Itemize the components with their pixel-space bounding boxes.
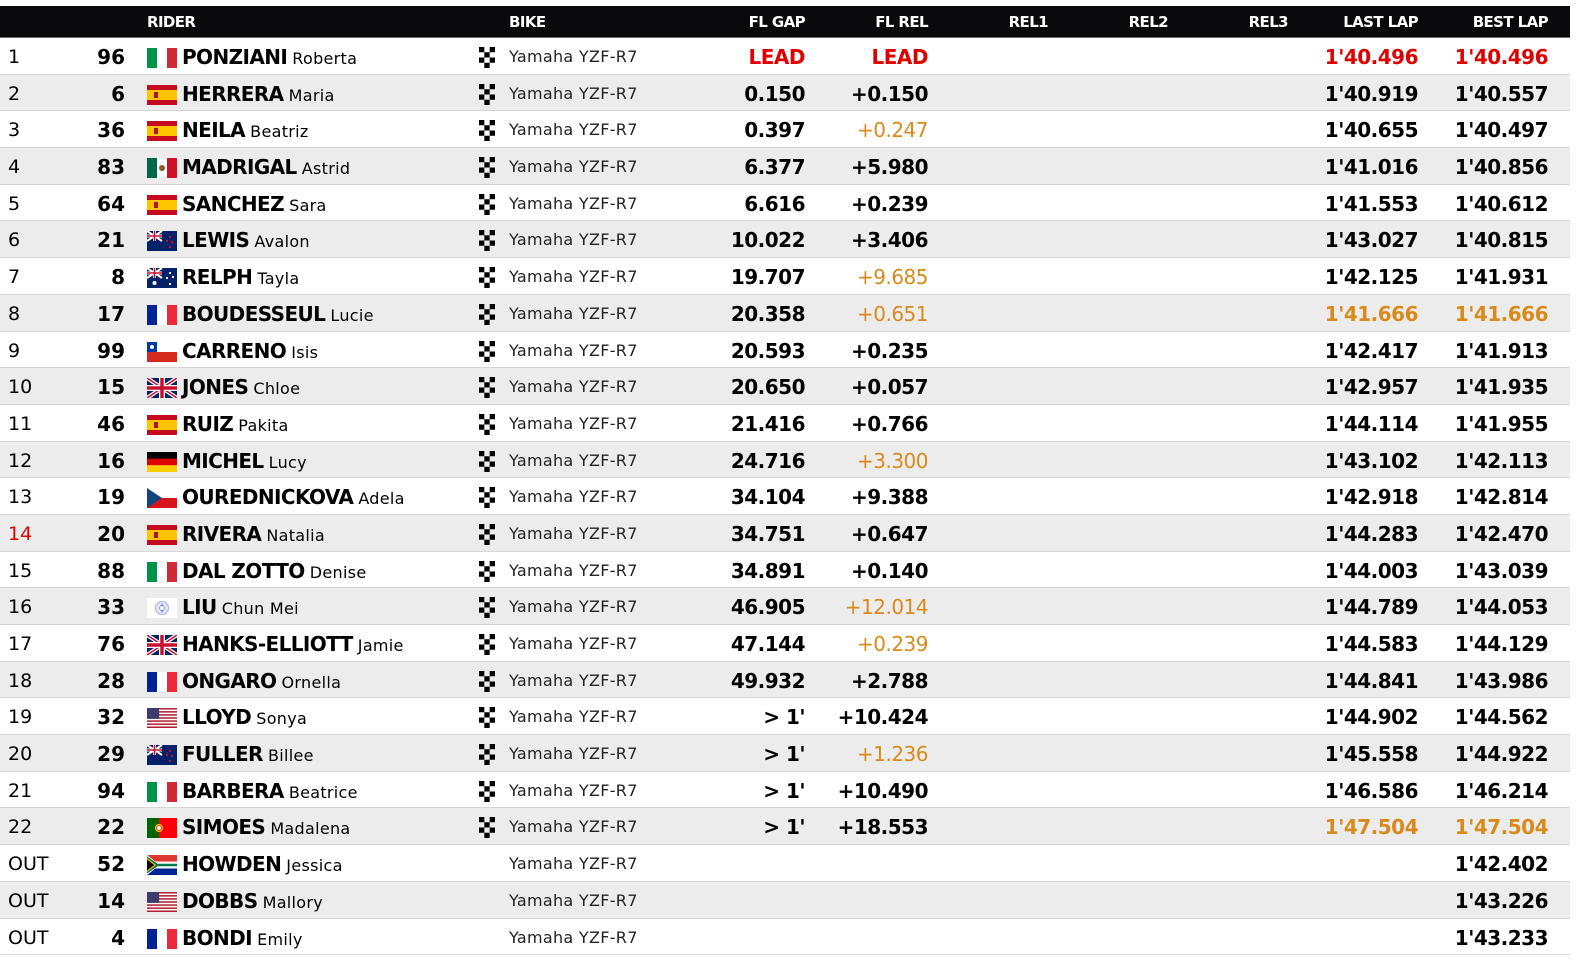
table-row[interactable]: 17 76 HANKS-ELLIOTT Jamie Yamaha YZF-R7 47.1…: [0, 625, 1570, 662]
best-lap: 1'43.986: [1454, 668, 1549, 693]
table-row[interactable]: 8 17 BOUDESSEUL Lucie Yamaha YZF-R7 20.358 +0…: [0, 294, 1570, 332]
table-body: 1 96 PONZIANI Roberta Yamaha YZF-R7 LEAD LEAD…: [0, 38, 1570, 956]
header-rel2[interactable]: REL2: [1129, 13, 1169, 31]
header-bike[interactable]: BIKE: [509, 13, 546, 31]
best-lap: 1'40.815: [1454, 228, 1549, 253]
header-fl-gap[interactable]: FL GAP: [749, 13, 806, 31]
best-lap: 1'44.922: [1454, 742, 1549, 767]
table-row[interactable]: 16 33 LIU Chun Mei Yamaha YZF-R7 46.905 +12.0…: [0, 588, 1570, 625]
best-lap: 1'41.955: [1454, 411, 1549, 436]
table-row[interactable]: 4 83 MADRIGAL Astrid Yamaha YZF-R7 6.377 +5.9…: [0, 148, 1570, 185]
best-lap: 1'42.113: [1454, 448, 1549, 473]
table-row[interactable]: OUT 52 HOWDEN Jessica Yamaha YZF-R7 1'42.402: [0, 845, 1570, 882]
best-lap: 1'43.233: [1454, 925, 1549, 950]
best-lap: 1'44.562: [1454, 705, 1549, 730]
table-row[interactable]: 7 8 RELPH Tayla Yamaha YZF-R7 19.707 +9.685 1'…: [0, 258, 1570, 295]
table-row[interactable]: 10 15 JONES Chloe Yamaha YZF-R7 20.650 +0.057…: [0, 368, 1570, 405]
best-lap: 1'41.931: [1454, 265, 1549, 290]
table-row[interactable]: 13 19 OUREDNICKOVA Adela Yamaha YZF-R7 34.10…: [0, 478, 1570, 515]
table-row[interactable]: 15 88 DAL ZOTTO Denise Yamaha YZF-R7 34.891 +…: [0, 551, 1570, 589]
best-lap: 1'42.470: [1454, 521, 1549, 546]
best-lap: 1'46.214: [1454, 778, 1549, 803]
best-lap: 1'40.496: [1454, 45, 1549, 69]
table-row[interactable]: 1 96 PONZIANI Roberta Yamaha YZF-R7 LEAD LEAD…: [0, 38, 1570, 75]
header-rel3[interactable]: REL3: [1249, 13, 1289, 31]
header-rel1[interactable]: REL1: [1009, 13, 1049, 31]
table-row[interactable]: 5 64 SANCHEZ Sara Yamaha YZF-R7 6.616 +0.239 1…: [0, 184, 1570, 222]
table-header: RIDER BIKE FL GAP FL REL REL1 REL2 REL3 …: [0, 6, 1570, 38]
table-row[interactable]: 19 32 LLOYD Sonya Yamaha YZF-R7 > 1' +10.424 1…: [0, 698, 1570, 736]
best-lap: 1'43.226: [1454, 888, 1549, 913]
best-lap: 1'42.402: [1454, 852, 1549, 877]
best-lap: 1'47.504: [1454, 815, 1549, 840]
table-row[interactable]: 21 94 BARBERA Beatrice Yamaha YZF-R7 > 1' +10…: [0, 771, 1570, 809]
table-row[interactable]: 11 46 RUIZ Pakita Yamaha YZF-R7 21.416 +0.766…: [0, 404, 1570, 442]
header-fl-rel[interactable]: FL REL: [875, 13, 928, 31]
best-lap: 1'40.557: [1454, 81, 1549, 106]
table-row[interactable]: 3 36 NEILA Beatriz Yamaha YZF-R7 0.397 +0.247…: [0, 111, 1570, 149]
best-lap: 1'44.129: [1454, 632, 1549, 656]
table-row[interactable]: 2 6 HERRERA Maria Yamaha YZF-R7 0.150 +0.150 1…: [0, 74, 1570, 112]
best-lap: 1'41.935: [1454, 375, 1549, 400]
table-row[interactable]: 20 29 FULLER Billee Yamaha YZF-R7 > 1' +1.236…: [0, 735, 1570, 772]
header-last-lap[interactable]: LAST LAP: [1343, 13, 1418, 31]
table-row[interactable]: 12 16 MICHEL Lucy Yamaha YZF-R7 24.716 +3.300…: [0, 441, 1570, 479]
best-lap: 1'44.053: [1454, 595, 1549, 620]
best-lap: 1'40.856: [1454, 155, 1549, 180]
header-rider[interactable]: RIDER: [147, 13, 196, 31]
table-row[interactable]: 22 22 SIMOES Madalena Yamaha YZF-R7 > 1' +18.…: [0, 808, 1570, 846]
best-lap: 1'43.039: [1454, 558, 1549, 583]
table-row[interactable]: 9 99 CARRENO Isis Yamaha YZF-R7 20.593 +0.235…: [0, 331, 1570, 369]
best-lap: 1'42.814: [1454, 485, 1549, 510]
table-row[interactable]: OUT 14 DOBBS Mallory Yamaha YZF-R7 1'43.226: [0, 881, 1570, 919]
table-row[interactable]: 14 20 RIVERA Natalia Yamaha YZF-R7 34.751 +0.…: [0, 514, 1570, 552]
table-row[interactable]: 6 21 LEWIS Avalon Yamaha YZF-R7 10.022 +3.406…: [0, 221, 1570, 259]
best-lap: 1'40.612: [1454, 191, 1549, 216]
table-row[interactable]: 18 28 ONGARO Ornella Yamaha YZF-R7 49.932 +2.…: [0, 661, 1570, 699]
best-lap: 1'41.913: [1454, 338, 1549, 363]
best-lap: 1'40.497: [1454, 118, 1549, 143]
best-lap: 1'41.666: [1454, 301, 1549, 326]
table-row[interactable]: OUT 4 BONDI Emily Yamaha YZF-R7 1'43.233: [0, 918, 1570, 956]
header-best-lap[interactable]: BEST LAP: [1473, 13, 1549, 31]
timing-table: RIDER BIKE FL GAP FL REL REL1 REL2 REL3 …: [0, 6, 1570, 956]
